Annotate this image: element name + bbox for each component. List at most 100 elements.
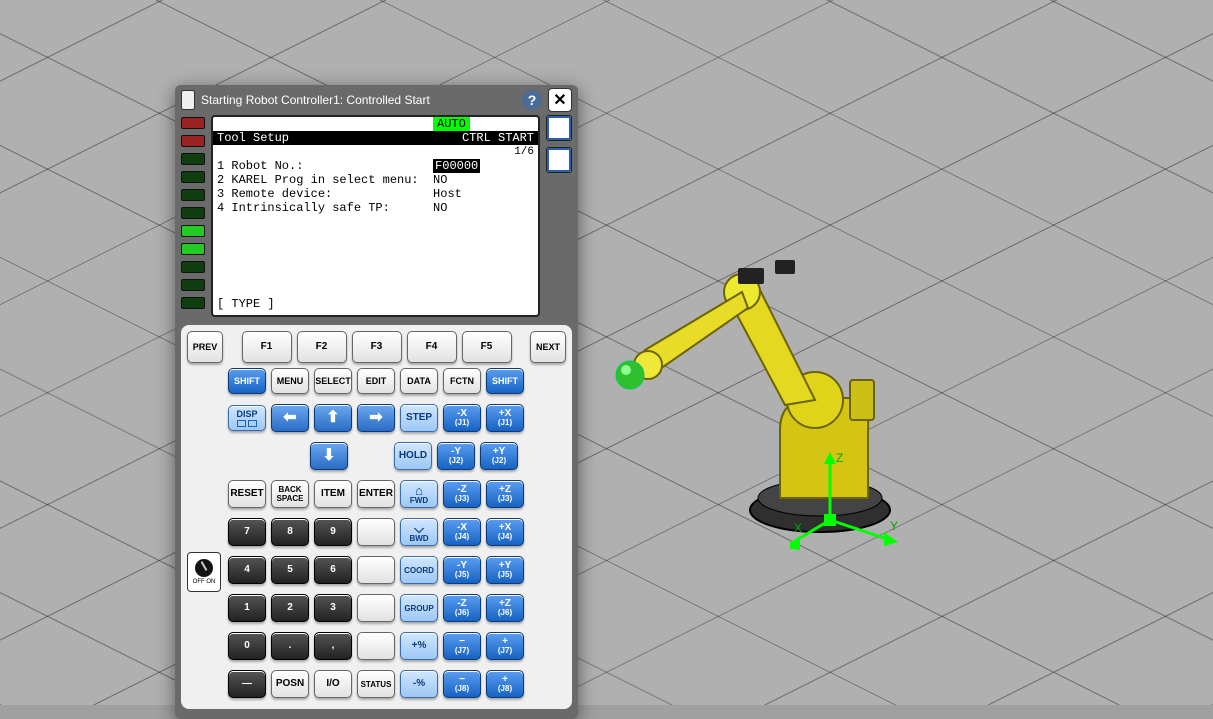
num-dot[interactable]: . (271, 632, 309, 660)
teach-pendant-window: Starting Robot Controller1: Controlled S… (175, 85, 578, 719)
jog-minus-y-j5[interactable]: -Y(J5) (443, 556, 481, 584)
select-button[interactable]: SELECT (314, 368, 352, 394)
minus-button[interactable]: — (228, 670, 266, 698)
jog-minus-j8[interactable]: −(J8) (443, 670, 481, 698)
prev-button[interactable]: PREV (187, 331, 223, 363)
pendant-screen[interactable]: AUTO Tool Setup CTRL START 1/6 1 Robot N… (211, 115, 540, 317)
blank-1[interactable] (357, 518, 395, 546)
coord-button[interactable]: COORD (400, 556, 438, 584)
jog-plus-x-j1[interactable]: +X(J1) (486, 404, 524, 432)
step-button[interactable]: STEP (400, 404, 438, 432)
keypad: PREV F1 F2 F3 F4 F5 NEXT OFF ON (181, 325, 572, 709)
jog-minus-y-j2[interactable]: -Y(J2) (437, 442, 475, 470)
knob-icon (195, 559, 213, 577)
num-6[interactable]: 6 (314, 556, 352, 584)
status-leds (181, 115, 205, 317)
screen-header: Tool Setup CTRL START (213, 131, 538, 145)
jog-minus-x-j4[interactable]: -X(J4) (443, 518, 481, 546)
num-7[interactable]: 7 (228, 518, 266, 546)
posn-button[interactable]: POSN (271, 670, 309, 698)
led-7 (181, 225, 205, 237)
close-button[interactable]: ✕ (548, 88, 572, 112)
num-5[interactable]: 5 (271, 556, 309, 584)
edit-button[interactable]: EDIT (357, 368, 395, 394)
reset-button[interactable]: RESET (228, 480, 266, 508)
arrow-up[interactable]: ⬆ (314, 404, 352, 432)
axis-y-label: Y (890, 519, 898, 533)
axis-z-label: Z (836, 451, 843, 465)
side-view-button-1[interactable] (546, 115, 572, 141)
window-title: Starting Robot Controller1: Controlled S… (201, 93, 516, 107)
led-6 (181, 207, 205, 219)
jog-minus-x-j1[interactable]: -X(J1) (443, 404, 481, 432)
num-4[interactable]: 4 (228, 556, 266, 584)
data-button[interactable]: DATA (400, 368, 438, 394)
page-indicator: 1/6 (514, 145, 534, 159)
led-9 (181, 261, 205, 273)
f1-button[interactable]: F1 (242, 331, 292, 363)
io-button[interactable]: I/O (314, 670, 352, 698)
f4-button[interactable]: F4 (407, 331, 457, 363)
help-button[interactable]: ? (522, 90, 542, 110)
arrow-left[interactable]: ⬅ (271, 404, 309, 432)
led-4 (181, 171, 205, 183)
shift-button-left[interactable]: SHIFT (228, 368, 266, 394)
arrow-down[interactable]: ⬇ (310, 442, 348, 470)
axis-x-label: X (794, 521, 802, 535)
jog-plus-x-j4[interactable]: +X(J4) (486, 518, 524, 546)
f5-button[interactable]: F5 (462, 331, 512, 363)
blank-3[interactable] (357, 594, 395, 622)
jog-plus-z-j3[interactable]: +Z(J3) (486, 480, 524, 508)
num-3[interactable]: 3 (314, 594, 352, 622)
num-8[interactable]: 8 (271, 518, 309, 546)
backspace-button[interactable]: BACK SPACE (271, 480, 309, 508)
disp-button[interactable]: DISP (228, 405, 266, 431)
fwd-button[interactable]: ⌂FWD (400, 480, 438, 508)
jog-plus-j7[interactable]: +(J7) (486, 632, 524, 660)
led-1 (181, 117, 205, 129)
pendant-icon (181, 90, 195, 110)
fctn-button[interactable]: FCTN (443, 368, 481, 394)
num-9[interactable]: 9 (314, 518, 352, 546)
item-button[interactable]: ITEM (314, 480, 352, 508)
blank-2[interactable] (357, 556, 395, 584)
f3-button[interactable]: F3 (352, 331, 402, 363)
group-button[interactable]: GROUP (400, 594, 438, 622)
jog-minus-z-j6[interactable]: -Z(J6) (443, 594, 481, 622)
minus-pct-button[interactable]: -% (400, 670, 438, 698)
led-8 (181, 243, 205, 255)
jog-minus-z-j3[interactable]: -Z(J3) (443, 480, 481, 508)
f2-button[interactable]: F2 (297, 331, 347, 363)
shift-button-right[interactable]: SHIFT (486, 368, 524, 394)
screen-title: Tool Setup (217, 131, 289, 145)
status-button[interactable]: STATUS (357, 670, 395, 698)
hold-button[interactable]: HOLD (394, 442, 432, 470)
titlebar[interactable]: Starting Robot Controller1: Controlled S… (175, 85, 578, 115)
arrow-right[interactable]: ➡ (357, 404, 395, 432)
led-2 (181, 135, 205, 147)
jog-plus-z-j6[interactable]: +Z(J6) (486, 594, 524, 622)
enter-button[interactable]: ENTER (357, 480, 395, 508)
mode-badge: AUTO (433, 117, 470, 131)
plus-pct-button[interactable]: +% (400, 632, 438, 660)
led-3 (181, 153, 205, 165)
jog-plus-y-j5[interactable]: +Y(J5) (486, 556, 524, 584)
led-5 (181, 189, 205, 201)
jog-minus-j7[interactable]: −(J7) (443, 632, 481, 660)
axis-gizmo: Z Y X (790, 450, 910, 550)
next-button[interactable]: NEXT (530, 331, 566, 363)
bwd-button[interactable]: ⌵BWD (400, 518, 438, 546)
num-0[interactable]: 0 (228, 632, 266, 660)
side-view-button-2[interactable] (546, 147, 572, 173)
screen-footer: [ TYPE ] (217, 297, 275, 311)
blank-4[interactable] (357, 632, 395, 660)
num-comma[interactable]: , (314, 632, 352, 660)
led-10 (181, 279, 205, 291)
off-on-switch[interactable]: OFF ON (187, 552, 221, 592)
jog-plus-j8[interactable]: +(J8) (486, 670, 524, 698)
jog-plus-y-j2[interactable]: +Y(J2) (480, 442, 518, 470)
num-2[interactable]: 2 (271, 594, 309, 622)
menu-button[interactable]: MENU (271, 368, 309, 394)
screen-body: 1 Robot No.: F00000 2 KAREL Prog in sele… (217, 159, 480, 215)
num-1[interactable]: 1 (228, 594, 266, 622)
